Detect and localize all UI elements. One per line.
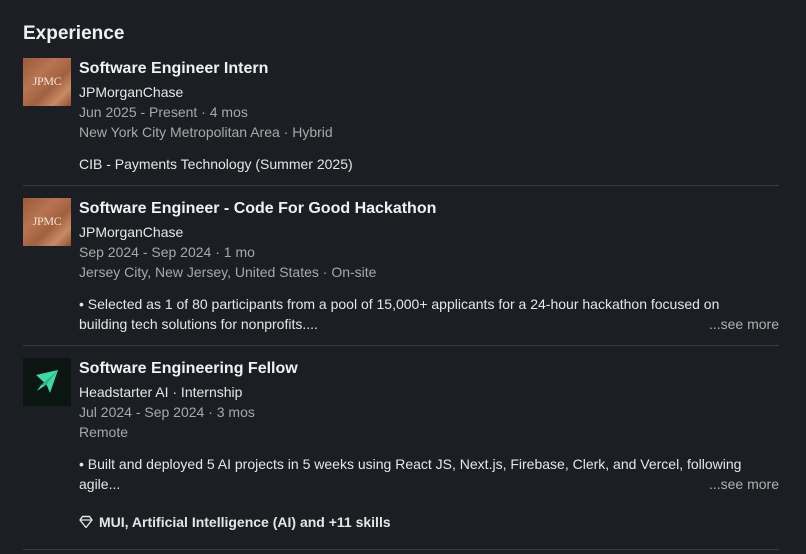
paper-plane-icon bbox=[36, 370, 58, 393]
jpmc-logo-icon[interactable]: JPMC bbox=[23, 198, 71, 246]
see-more-button[interactable]: ...see more bbox=[709, 474, 779, 494]
logo-text: JPMC bbox=[32, 74, 62, 88]
section-title: Experience bbox=[23, 23, 125, 44]
experience-entry: JPMC Software Engineer Intern JPMorganCh… bbox=[23, 58, 779, 178]
company-name: JPMorganChase bbox=[79, 84, 184, 100]
employment-dates: Jul 2024 - Sep 2024 · 3 mos bbox=[79, 404, 255, 420]
see-more-button[interactable]: ...see more bbox=[709, 314, 779, 334]
skills-link[interactable]: MUI, Artificial Intelligence (AI) and +1… bbox=[79, 512, 391, 532]
job-title[interactable]: Software Engineer - Code For Good Hackat… bbox=[79, 198, 436, 220]
company-name: JPMorganChase bbox=[79, 224, 184, 240]
job-description-line: agile... bbox=[79, 476, 121, 492]
employment-dates: Jun 2025 - Present · 4 mos bbox=[79, 104, 248, 120]
job-description-line: building tech solutions for nonprofits..… bbox=[79, 316, 318, 332]
logo-text: JPMC bbox=[32, 214, 62, 228]
job-description-line: • Selected as 1 of 80 participants from … bbox=[79, 296, 720, 312]
divider bbox=[23, 185, 779, 186]
skills-text: MUI, Artificial Intelligence (AI) and +1… bbox=[99, 514, 391, 530]
diamond-icon bbox=[79, 515, 93, 529]
experience-entry: Software Engineering Fellow Headstarter … bbox=[23, 358, 779, 538]
job-location: New York City Metropolitan Area · Hybrid bbox=[79, 124, 333, 140]
employment-dates: Sep 2024 - Sep 2024 · 1 mo bbox=[79, 244, 255, 260]
divider bbox=[23, 345, 779, 346]
jpmc-logo-icon[interactable]: JPMC bbox=[23, 58, 71, 106]
experience-entry: JPMC Software Engineer - Code For Good H… bbox=[23, 198, 779, 338]
divider bbox=[23, 549, 779, 550]
headstarter-logo-icon[interactable] bbox=[23, 358, 71, 406]
job-title[interactable]: Software Engineer Intern bbox=[79, 58, 268, 80]
job-description-line: • Built and deployed 5 AI projects in 5 … bbox=[79, 456, 742, 472]
job-location: Remote bbox=[79, 424, 129, 440]
job-title[interactable]: Software Engineering Fellow bbox=[79, 358, 298, 380]
job-location: Jersey City, New Jersey, United States ·… bbox=[79, 264, 377, 280]
job-description: CIB - Payments Technology (Summer 2025) bbox=[79, 156, 353, 172]
company-name: Headstarter AI · Internship bbox=[79, 384, 243, 400]
